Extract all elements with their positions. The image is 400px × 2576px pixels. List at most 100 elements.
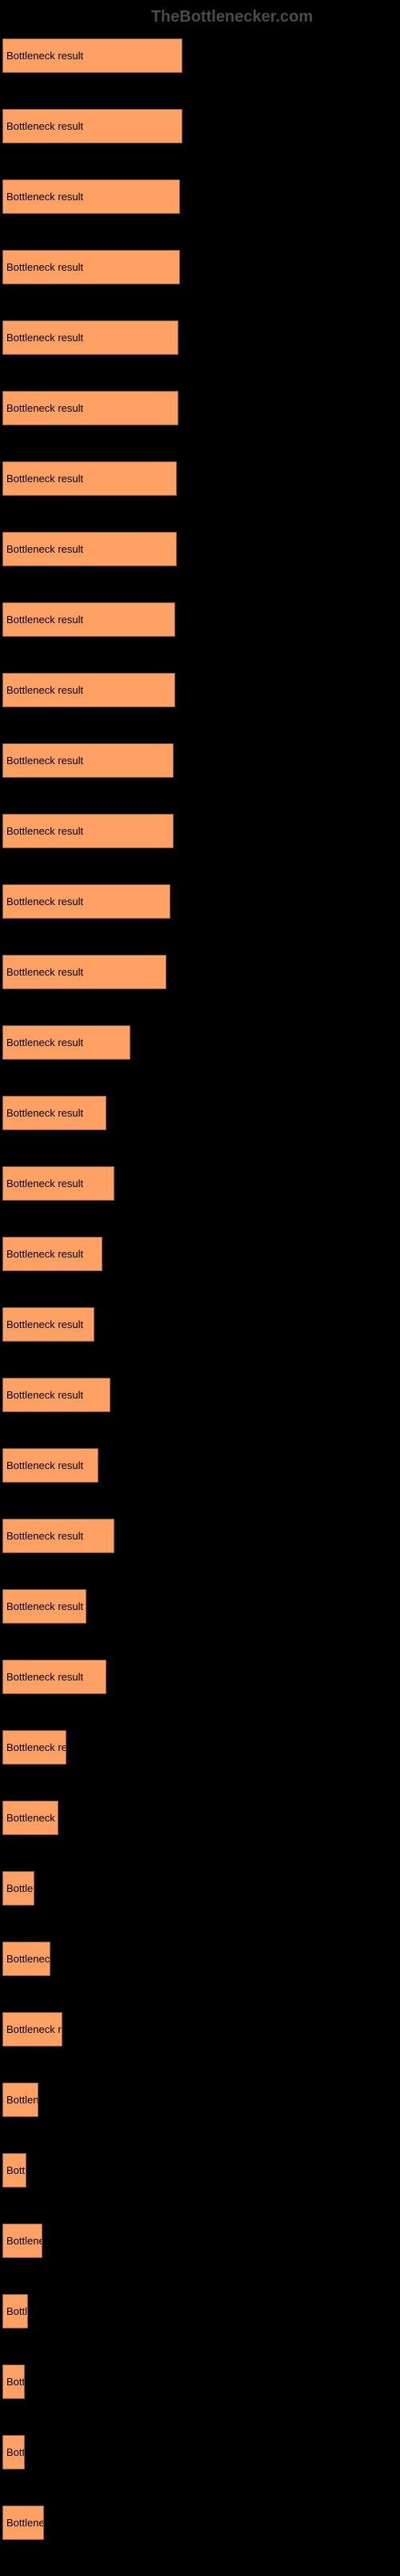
bar: Bottleneck result <box>2 2153 26 2188</box>
bar: Bottleneck result <box>2 1871 34 1906</box>
bar-label: Bottleneck result <box>6 2235 42 2247</box>
bar-row: Bottleneck result <box>2 1942 400 1976</box>
bar-label: Bottleneck result <box>6 1459 83 1471</box>
bar-row: Bottleneck result <box>2 673 400 707</box>
bar: Bottleneck result <box>2 2435 25 2469</box>
bar: Bottleneck result <box>2 532 177 566</box>
bar-row: Bottleneck result <box>2 955 400 989</box>
bar: Bottleneck result <box>2 1237 102 1271</box>
bar-row: Bottleneck result <box>2 743 400 778</box>
bar-label: Bottleneck result <box>6 1248 83 1260</box>
bar-label: Bottleneck result <box>6 684 83 696</box>
bar-label: Bottleneck result <box>6 543 83 555</box>
bar-row: Bottleneck result <box>2 1378 400 1412</box>
bar: Bottleneck result <box>2 1096 106 1130</box>
bar-label: Bottleneck result <box>6 261 83 273</box>
bar: Bottleneck result <box>2 1589 86 1624</box>
bar: Bottleneck result <box>2 743 174 778</box>
bar-label: Bottleneck result <box>6 896 83 908</box>
bar-row: Bottleneck result <box>2 2435 400 2469</box>
bar-label: Bottleneck result <box>6 2446 25 2458</box>
bar-row: Bottleneck result <box>2 1237 400 1271</box>
bar: Bottleneck result <box>2 1730 66 1765</box>
bar: Bottleneck result <box>2 814 174 848</box>
bar-label: Bottleneck result <box>6 2305 28 2317</box>
bar-row: Bottleneck result <box>2 391 400 425</box>
bar-label: Bottleneck result <box>6 1600 83 1612</box>
bar-row: Bottleneck result <box>2 2294 400 2328</box>
bar-row: Bottleneck result <box>2 2224 400 2258</box>
bar-row: Bottleneck result <box>2 38 400 73</box>
bar-row: Bottleneck result <box>2 1730 400 1765</box>
bar: Bottleneck result <box>2 320 178 355</box>
bar-label: Bottleneck result <box>6 755 83 767</box>
bar-label: Bottleneck result <box>6 2023 62 2035</box>
bar-label: Bottleneck result <box>6 1530 83 1542</box>
bar: Bottleneck result <box>2 1307 94 1342</box>
bar: Bottleneck result <box>2 1801 58 1835</box>
bar-row: Bottleneck result <box>2 1589 400 1624</box>
bar: Bottleneck result <box>2 2012 62 2047</box>
bar: Bottleneck result <box>2 179 180 214</box>
bar-label: Bottleneck result <box>6 191 83 203</box>
bar: Bottleneck result <box>2 1025 130 1060</box>
bar-label: Bottleneck result <box>6 1389 83 1401</box>
bar-row: Bottleneck result <box>2 532 400 566</box>
bar-label: Bottleneck result <box>6 1741 66 1753</box>
bar: Bottleneck result <box>2 1166 114 1201</box>
bar-row: Bottleneck result <box>2 2012 400 2047</box>
bar-row: Bottleneck result <box>2 602 400 637</box>
bar-label: Bottleneck result <box>6 473 83 485</box>
bar: Bottleneck result <box>2 2224 42 2258</box>
bar: Bottleneck result <box>2 109 182 143</box>
watermark-text: TheBottlenecker.com <box>0 8 400 26</box>
bar-row: Bottleneck result <box>2 250 400 284</box>
bar: Bottleneck result <box>2 391 178 425</box>
bar-label: Bottleneck result <box>6 120 83 132</box>
bar-label: Bottleneck result <box>6 402 83 414</box>
bar-label: Bottleneck result <box>6 332 83 344</box>
bar-row: Bottleneck result <box>2 1166 400 1201</box>
bar: Bottleneck result <box>2 461 177 496</box>
bar-row: Bottleneck result <box>2 2153 400 2188</box>
bar-row: Bottleneck result <box>2 814 400 848</box>
bar: Bottleneck result <box>2 955 166 989</box>
bar-row: Bottleneck result <box>2 109 400 143</box>
bar: Bottleneck result <box>2 1942 50 1976</box>
bar: Bottleneck result <box>2 2365 25 2399</box>
bar-label: Bottleneck result <box>6 1882 34 1894</box>
bar: Bottleneck result <box>2 673 175 707</box>
bar-row: Bottleneck result <box>2 461 400 496</box>
bar-label: Bottleneck result <box>6 825 83 837</box>
bar-label: Bottleneck result <box>6 2164 26 2176</box>
bar-label: Bottleneck result <box>6 1812 58 1824</box>
bar-label: Bottleneck result <box>6 2517 44 2529</box>
bar-label: Bottleneck result <box>6 1953 50 1965</box>
bar-row: Bottleneck result <box>2 1025 400 1060</box>
bar: Bottleneck result <box>2 1660 106 1694</box>
bar: Bottleneck result <box>2 602 175 637</box>
bar-row: Bottleneck result <box>2 1801 400 1835</box>
bar: Bottleneck result <box>2 1378 110 1412</box>
bar: Bottleneck result <box>2 250 180 284</box>
bar-label: Bottleneck result <box>6 1036 83 1049</box>
bar: Bottleneck result <box>2 2083 38 2117</box>
bar-label: Bottleneck result <box>6 1107 83 1119</box>
bar: Bottleneck result <box>2 38 182 73</box>
bar-row: Bottleneck result <box>2 1307 400 1342</box>
bar-label: Bottleneck result <box>6 1318 83 1330</box>
bar-row: Bottleneck result <box>2 2083 400 2117</box>
bar-row: Bottleneck result <box>2 179 400 214</box>
bar-row: Bottleneck result <box>2 1871 400 1906</box>
bar-label: Bottleneck result <box>6 614 83 626</box>
bar-label: Bottleneck result <box>6 50 83 62</box>
bar: Bottleneck result <box>2 1519 114 1553</box>
bar: Bottleneck result <box>2 884 170 919</box>
bar-row: Bottleneck result <box>2 1660 400 1694</box>
bar-row: Bottleneck result <box>2 1448 400 1483</box>
bar-row: Bottleneck result <box>2 1096 400 1130</box>
bar-label: Bottleneck result <box>6 966 83 978</box>
bar-label: Bottleneck result <box>6 2376 25 2388</box>
bar-label: Bottleneck result <box>6 2094 38 2106</box>
bar-chart: Bottleneck result Bottleneck result Bottle… <box>0 38 400 2540</box>
